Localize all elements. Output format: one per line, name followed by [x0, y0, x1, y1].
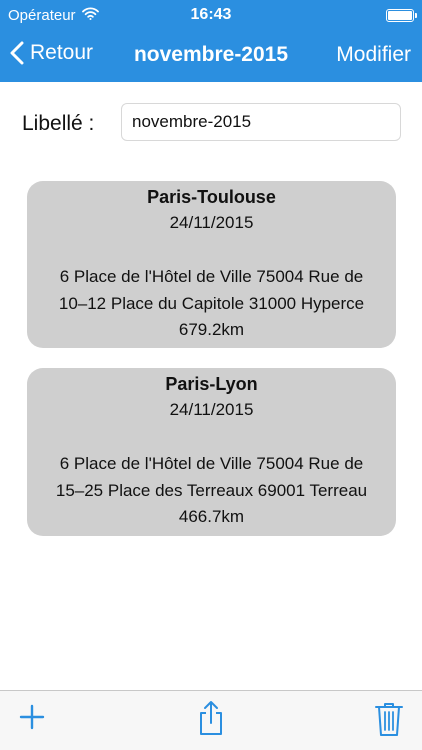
trip-title: Paris-Lyon [165, 374, 258, 394]
trash-icon [375, 703, 403, 736]
trip-address-start: 6 Place de l'Hôtel de Ville 75004 Rue de [59, 454, 364, 473]
add-button[interactable] [18, 703, 46, 736]
label-caption: Libellé : [22, 112, 95, 135]
delete-button[interactable] [374, 701, 404, 742]
status-time: 16:43 [190, 6, 232, 23]
trip-date: 24/11/2015 [169, 400, 254, 419]
trip-card[interactable]: Paris-Toulouse 24/11/2015 6 Place de l'H… [27, 181, 396, 348]
trip-distance: 466.7km [178, 507, 245, 526]
share-button[interactable] [196, 699, 226, 742]
status-bar: Opérateur 16:43 [0, 0, 422, 30]
trip-address-start: 6 Place de l'Hôtel de Ville 75004 Rue de [59, 267, 364, 286]
trip-distance: 679.2km [178, 320, 245, 339]
trip-card[interactable]: Paris-Lyon 24/11/2015 6 Place de l'Hôtel… [27, 368, 396, 536]
trip-address-end: 15–25 Place des Terreaux 69001 Terreau [55, 481, 368, 500]
plus-icon [19, 704, 45, 730]
share-icon [200, 701, 222, 735]
navigation-bar: Retour novembre-2015 Modifier [0, 30, 422, 82]
trip-address-end: 10–12 Place du Capitole 31000 Hyperce [58, 294, 365, 313]
edit-button[interactable]: Modifier [336, 43, 411, 67]
trip-title: Paris-Toulouse [147, 187, 276, 207]
battery-icon [386, 9, 417, 22]
bottom-toolbar [0, 690, 422, 750]
label-row: Libellé : [0, 100, 422, 144]
label-input[interactable] [121, 103, 401, 141]
trip-date: 24/11/2015 [169, 213, 254, 232]
